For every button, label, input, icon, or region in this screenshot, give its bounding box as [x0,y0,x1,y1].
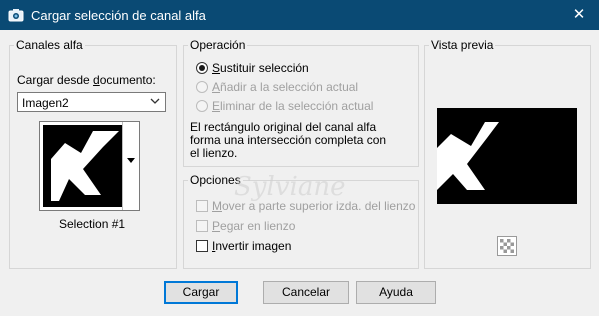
close-icon: ✕ [572,6,586,23]
document-select[interactable]: Imagen2 [17,92,166,112]
group-label-canales-alfa: Canales alfa [14,38,85,52]
checkbox-invert-image[interactable] [196,240,208,252]
transparency-toggle-button[interactable] [497,236,517,256]
load-alpha-selection-dialog: Cargar selección de canal alfa ✕ Canales… [0,0,599,316]
radio-remove-from-selection[interactable] [196,100,208,112]
close-button[interactable]: ✕ [559,0,599,30]
chevron-down-icon [150,98,160,104]
alpha-channel-thumbnail-picker[interactable] [39,121,140,211]
selection-caption: Selection #1 [59,217,126,231]
checkerboard-icon [500,239,514,253]
operation-info-line-1: El rectángulo original del canal alfa [190,120,377,134]
radio-replace-selection[interactable] [196,62,208,74]
window-title: Cargar selección de canal alfa [31,8,206,23]
checkbox-label-paste-on-canvas[interactable]: Pegar en lienzo [212,219,295,233]
preview-image [437,108,577,204]
operation-info-line-3: el lienzo. [190,146,238,160]
checkbox-label-invert-image[interactable]: Invertir imagen [212,239,291,253]
radio-add-to-selection[interactable] [196,81,208,93]
caret-down-icon [127,158,135,163]
thumbnail-dropdown-button[interactable] [122,122,139,210]
checkbox-label-move-top-left[interactable]: Mover a parte superior izda. del lienzo [212,199,415,213]
operation-info-line-2: forma una intersección completa con [190,133,387,147]
radio-label-remove-from-selection[interactable]: Eliminar de la selección actual [212,99,373,113]
group-label-vista-previa: Vista previa [429,38,496,52]
watermark-logo: Sylviane [234,172,346,202]
group-label-operacion: Operación [188,38,248,52]
document-select-value: Imagen2 [22,96,69,110]
alpha-channel-thumbnail [43,125,125,207]
camera-icon [8,9,24,22]
radio-label-replace-selection[interactable]: Sustituir selección [212,61,309,75]
cancel-button[interactable]: Cancelar [263,281,349,304]
help-button[interactable]: Ayuda [356,281,436,304]
radio-selected-dot [199,65,205,71]
checkbox-move-top-left[interactable] [196,200,208,212]
radio-label-add-to-selection[interactable]: Añadir a la selección actual [212,80,358,94]
title-bar[interactable]: Cargar selección de canal alfa ✕ [0,0,599,30]
checkbox-paste-on-canvas[interactable] [196,220,208,232]
load-from-document-label: Cargar desde documento: [17,73,156,87]
load-button[interactable]: Cargar [164,281,238,304]
